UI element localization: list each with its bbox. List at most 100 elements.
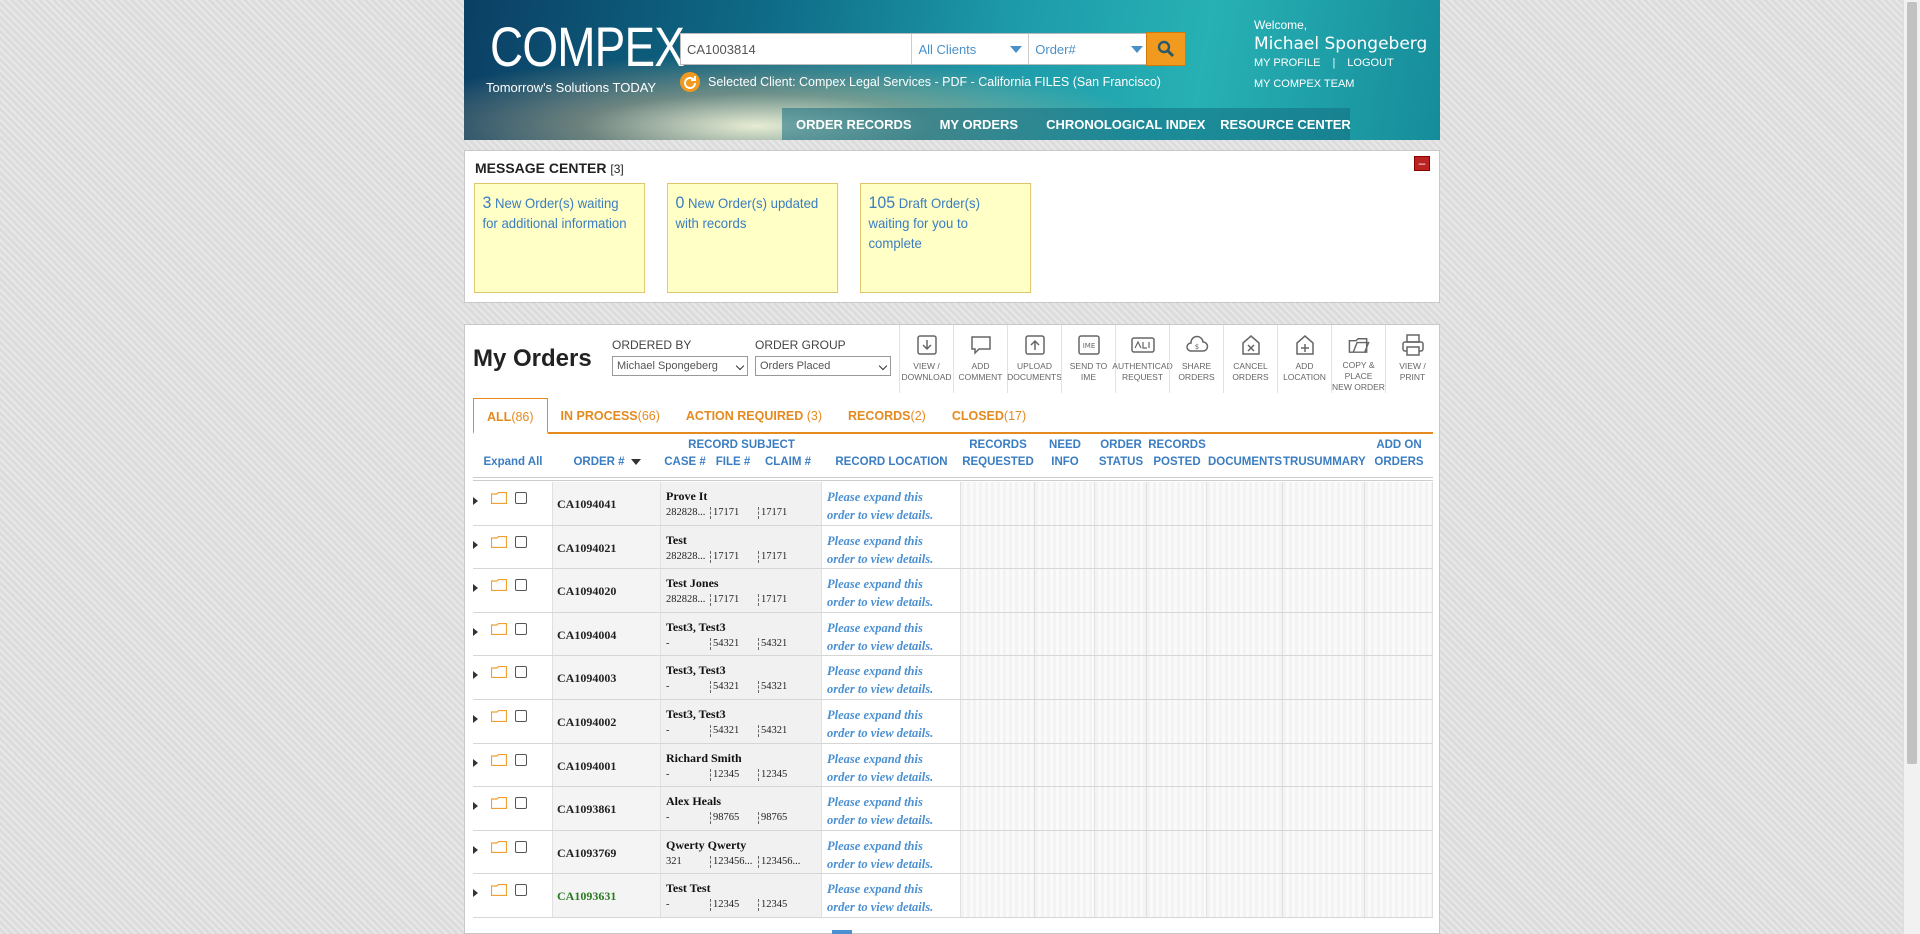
logout-link[interactable]: LOGOUT [1347,57,1393,69]
send-to-ime-button[interactable]: IME SEND TO IME [1061,325,1115,393]
tab-records[interactable]: RECORDS(2) [835,398,939,432]
add-comment-button[interactable]: ADD COMMENT [953,325,1007,393]
client-select[interactable]: All Clients [912,34,1030,64]
column-order-number[interactable]: ORDER # [553,454,661,471]
pagination-indicator[interactable] [832,930,852,934]
table-row[interactable]: CA1094041 Prove It 282828... 17171 17171 Plea… [473,482,1433,526]
collapse-button[interactable]: – [1414,156,1430,171]
order-number[interactable]: CA1094021 [557,541,616,556]
folder-icon[interactable] [491,535,507,548]
row-checkbox[interactable] [515,709,527,722]
expand-arrow-icon[interactable] [473,540,478,549]
expand-arrow-icon[interactable] [473,714,478,723]
copy-place-order-button[interactable]: COPY & PLACE NEW ORDER [1331,325,1385,393]
row-checkbox[interactable] [515,666,527,679]
expand-arrow-icon[interactable] [473,584,478,593]
order-number[interactable]: CA1093861 [557,802,616,817]
row-checkbox[interactable] [515,840,527,853]
column-add-on-orders[interactable]: ADD ON ORDERS [1365,437,1433,471]
expand-arrow-icon[interactable] [473,627,478,636]
expand-arrow-icon[interactable] [473,497,478,505]
column-records-posted[interactable]: RECORDS POSTED [1147,437,1207,471]
ordered-by-select[interactable]: Michael Spongeberg [612,356,748,376]
table-row[interactable]: CA1093631 Test Test - 12345 12345 Please expa… [473,874,1433,918]
scrollbar-thumb[interactable] [1907,2,1917,764]
view-print-button[interactable]: VIEW / PRINT [1385,325,1439,393]
folder-icon[interactable] [491,666,507,679]
field-select[interactable]: Order# [1029,34,1149,64]
order-group-select[interactable]: Orders Placed [755,356,891,376]
tab-action-required[interactable]: ACTION REQUIRED (3) [673,398,835,432]
tab-closed[interactable]: CLOSED(17) [939,398,1039,432]
nav-order-records[interactable]: ORDER RECORDS [782,117,926,132]
add-location-button[interactable]: ADD LOCATION [1277,325,1331,393]
row-checkbox[interactable] [515,797,527,810]
folder-icon[interactable] [491,797,507,810]
column-claim[interactable]: CLAIM # [757,454,819,471]
tab-all[interactable]: ALL(86) [473,398,548,434]
compex-logo[interactable]: COMPEX [490,14,685,79]
row-checkbox[interactable] [515,622,527,635]
folder-icon[interactable] [491,709,507,722]
table-row[interactable]: CA1094004 Test3, Test3 - 54321 54321 Please e… [473,612,1433,657]
column-record-location[interactable]: RECORD LOCATION [822,454,961,471]
refresh-icon[interactable] [680,72,700,92]
column-trusummary[interactable]: TRUSUMMARY [1283,454,1366,471]
row-checkbox[interactable] [515,579,527,592]
order-number[interactable]: CA1094041 [557,497,616,512]
nav-my-orders[interactable]: MY ORDERS [926,117,1033,132]
table-row[interactable]: CA1093769 Qwerty Qwerty 321 123456... 123456… [473,830,1433,875]
order-number[interactable]: CA1094004 [557,628,616,643]
folder-icon[interactable] [491,884,507,897]
column-records-requested[interactable]: RECORDS REQUESTED [961,437,1035,471]
expand-arrow-icon[interactable] [473,671,478,680]
row-checkbox[interactable] [515,753,527,766]
folder-icon[interactable] [491,753,507,766]
order-number[interactable]: CA1094020 [557,584,616,599]
column-record-subject[interactable]: RECORD SUBJECT [661,437,822,454]
nav-chronological-index[interactable]: CHRONOLOGICAL INDEX [1032,117,1206,132]
table-row[interactable]: CA1094001 Richard Smith - 12345 12345 Please … [473,743,1433,788]
expand-arrow-icon[interactable] [473,758,478,767]
table-row[interactable]: CA1094002 Test3, Test3 - 54321 54321 Please e… [473,699,1433,744]
table-row[interactable]: CA1094021 Test 282828... 17171 17171 Please e… [473,525,1433,570]
view-download-button[interactable]: VIEW / DOWNLOAD [899,325,953,393]
column-case[interactable]: CASE # [661,454,709,471]
expand-all-link[interactable]: Expand All [473,454,553,471]
table-row[interactable]: CA1094003 Test3, Test3 - 54321 54321 Please e… [473,656,1433,700]
folder-icon[interactable] [491,840,507,853]
tab-in-process[interactable]: IN PROCESS(66) [548,398,673,432]
column-need-info[interactable]: NEED INFO [1035,437,1095,471]
order-number[interactable]: CA1093769 [557,846,616,861]
order-number[interactable]: CA1094003 [557,671,616,686]
row-checkbox[interactable] [515,884,527,897]
expand-arrow-icon[interactable] [473,802,478,811]
my-profile-link[interactable]: MY PROFILE [1254,57,1320,69]
message-card-drafts[interactable]: 105 Draft Order(s) waiting for you to co… [860,183,1032,293]
order-number[interactable]: CA1094001 [557,759,616,774]
cancel-orders-button[interactable]: CANCEL ORDERS [1223,325,1277,393]
folder-icon[interactable] [491,622,507,635]
order-number[interactable]: CA1094002 [557,715,616,730]
table-row[interactable]: CA1093861 Alex Heals - 98765 98765 Please exp… [473,787,1433,831]
folder-icon[interactable] [491,579,507,592]
message-card-updated[interactable]: 0 New Order(s) updated with records [667,183,839,293]
expand-arrow-icon[interactable] [473,845,478,854]
nav-resource-center[interactable]: RESOURCE CENTER [1206,117,1365,132]
column-documents[interactable]: DOCUMENTS [1207,454,1283,471]
row-checkbox[interactable] [515,492,527,504]
upload-documents-button[interactable]: UPLOAD DOCUMENTS [1007,325,1062,393]
folder-icon[interactable] [491,492,507,504]
column-order-status[interactable]: ORDER STATUS [1095,437,1147,471]
share-orders-button[interactable]: $ SHARE ORDERS [1169,325,1223,393]
search-button[interactable] [1146,32,1186,66]
authenticated-request-button[interactable]: AUTHENTICAD REQUEST [1112,325,1173,393]
search-input[interactable] [681,34,913,64]
row-checkbox[interactable] [515,535,527,548]
expand-arrow-icon[interactable] [473,889,478,898]
order-number[interactable]: CA1093631 [557,889,616,904]
column-file[interactable]: FILE # [711,454,755,471]
message-card-info-needed[interactable]: 3 New Order(s) waiting for additional in… [474,183,646,293]
page-scrollbar[interactable] [1903,0,1920,934]
table-row[interactable]: CA1094020 Test Jones 282828... 17171 17171 Pl… [473,569,1433,613]
